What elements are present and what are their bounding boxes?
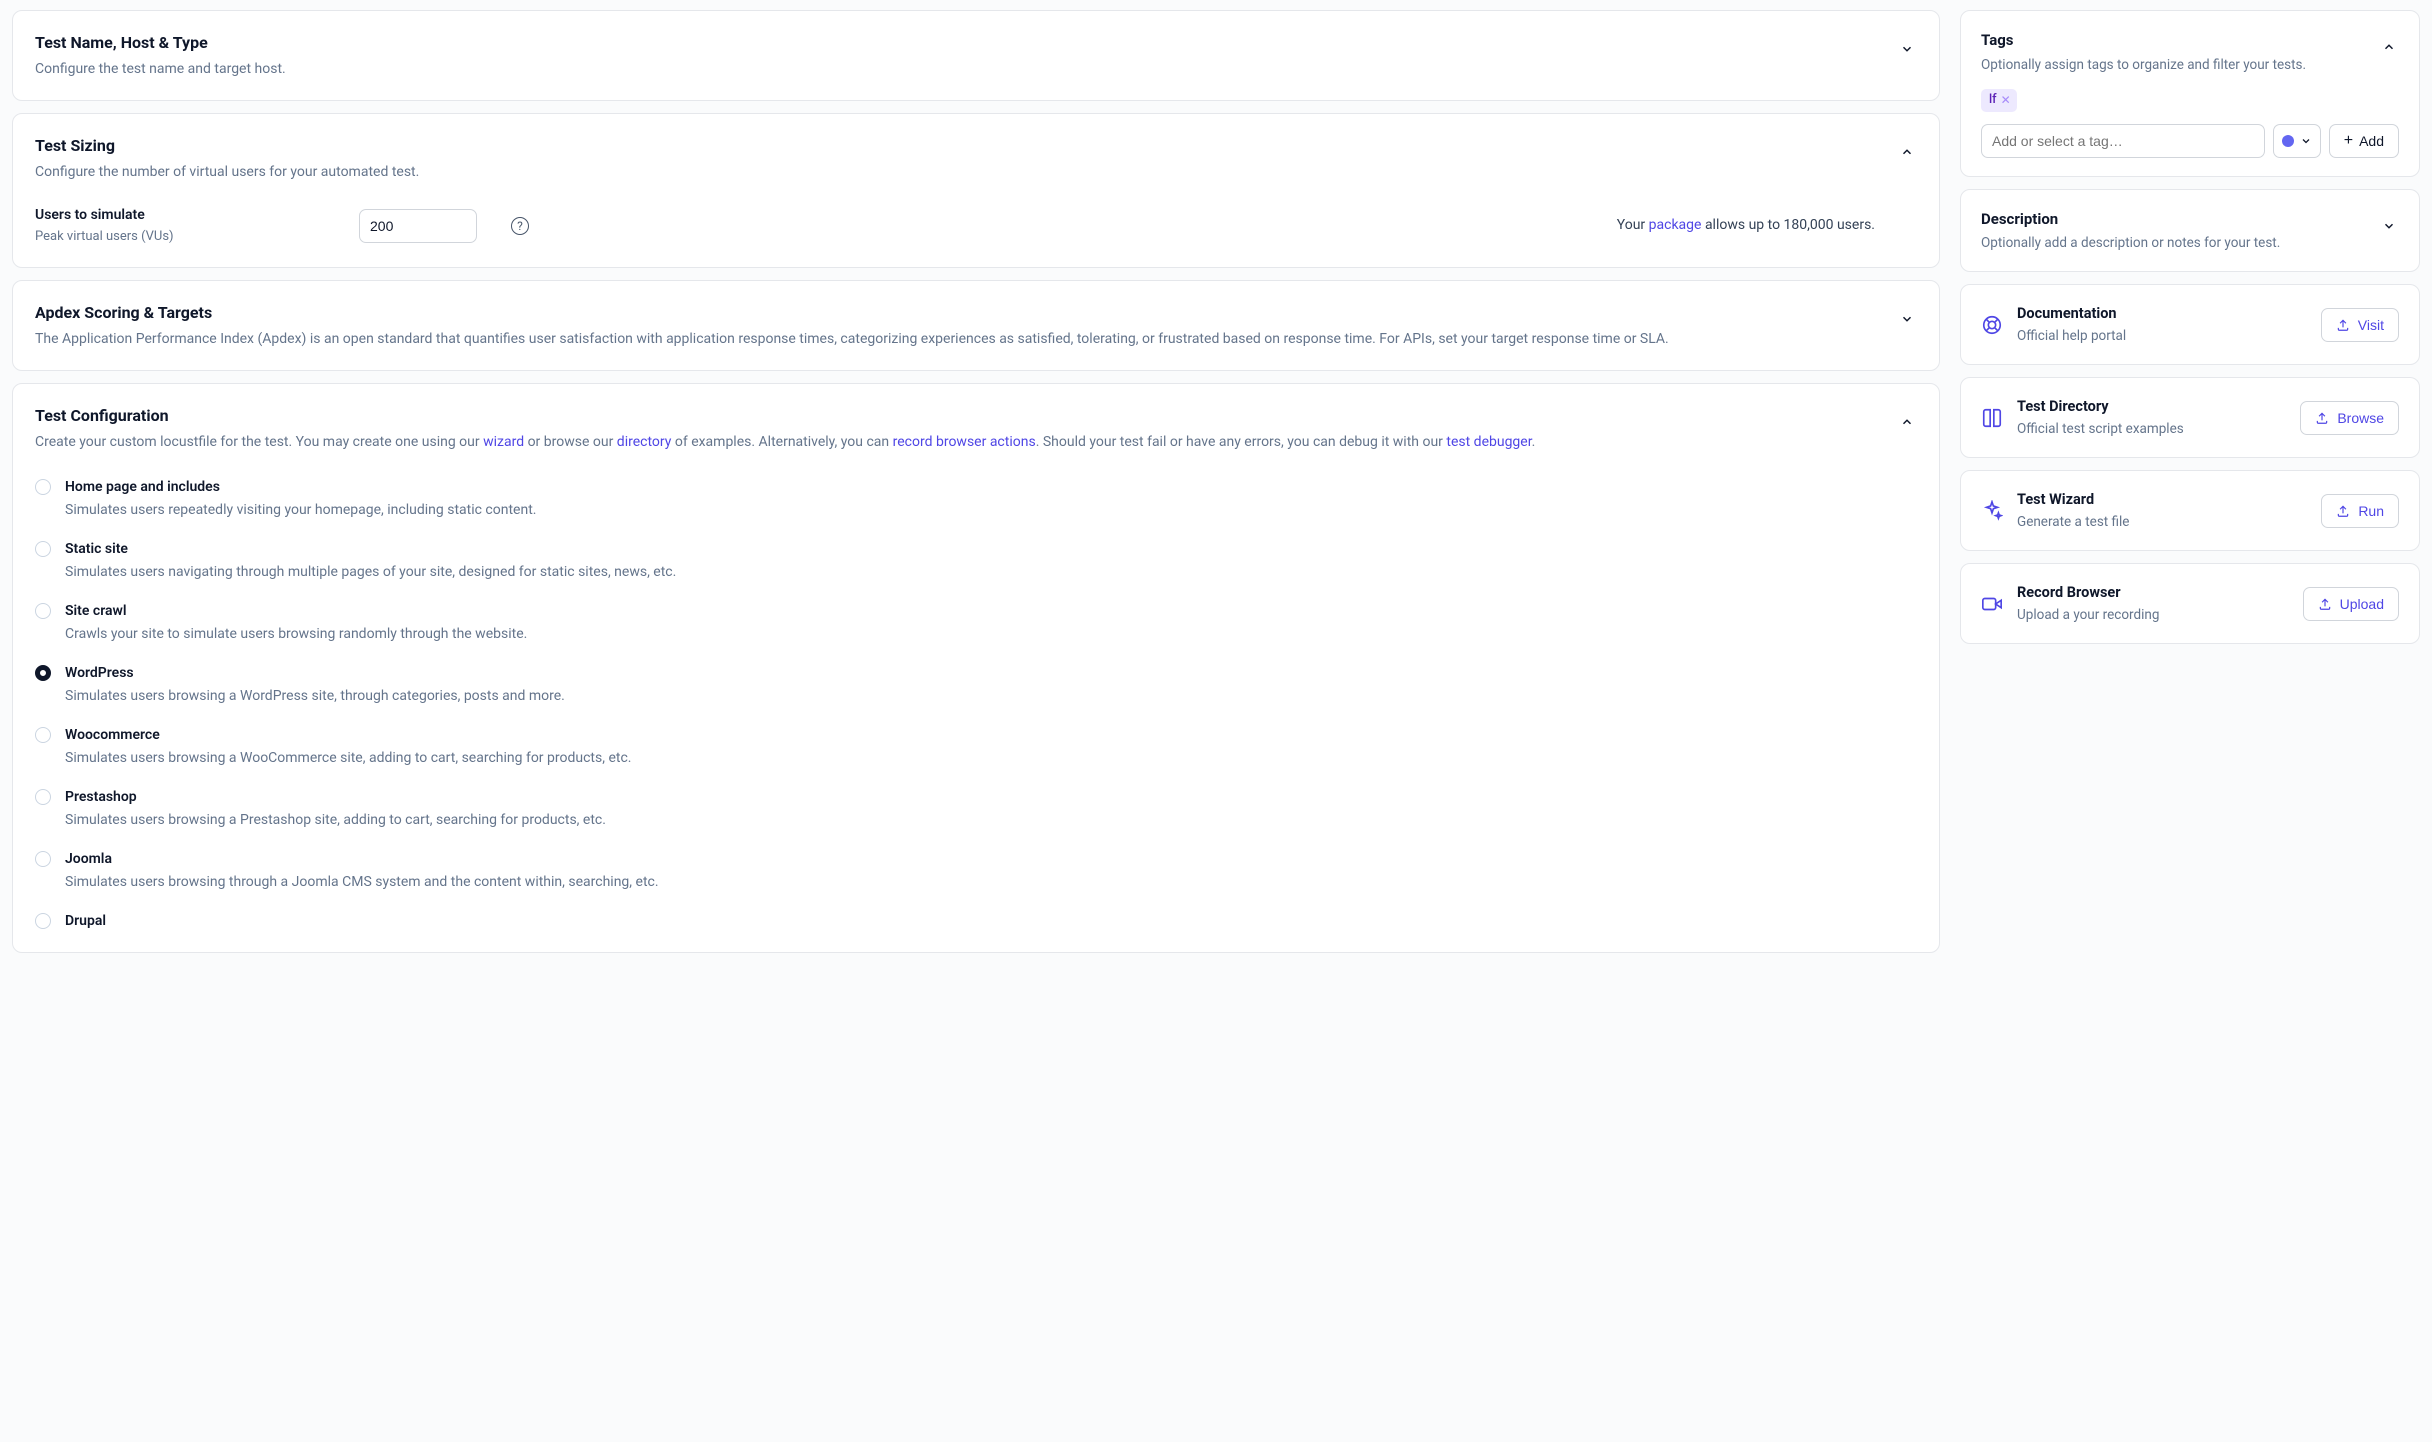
sidebar-description: Description Optionally add a description… — [1960, 189, 2420, 273]
config-option[interactable]: JoomlaSimulates users browsing through a… — [35, 849, 1917, 893]
action-title: Test Directory — [2017, 396, 2286, 418]
chevron-down-icon[interactable] — [1897, 309, 1917, 329]
action-sub: Official test script examples — [2017, 419, 2286, 439]
option-title: Site crawl — [65, 601, 527, 622]
tag-input[interactable] — [1981, 124, 2265, 158]
config-option[interactable]: Home page and includesSimulates users re… — [35, 477, 1917, 521]
chevron-up-icon[interactable] — [1897, 142, 1917, 162]
chevron-down-icon[interactable] — [2379, 216, 2399, 236]
book-icon — [1981, 407, 2003, 429]
option-title: WordPress — [65, 663, 565, 684]
action-title: Documentation — [2017, 303, 2307, 325]
section-title: Apdex Scoring & Targets — [35, 301, 1881, 325]
section-subtitle: The Application Performance Index (Apdex… — [35, 329, 1881, 350]
tag-color-select[interactable] — [2273, 124, 2321, 158]
description-title: Description — [1981, 208, 2363, 231]
users-label: Users to simulate — [35, 205, 335, 226]
package-text: Your package allows up to 180,000 users. — [1617, 215, 1917, 236]
action-sub: Generate a test file — [2017, 512, 2307, 532]
record-link[interactable]: record browser actions — [893, 434, 1036, 450]
description-subtitle: Optionally add a description or notes fo… — [1981, 233, 2363, 253]
section-subtitle: Create your custom locustfile for the te… — [35, 432, 1881, 454]
directory-link[interactable]: directory — [617, 434, 672, 450]
debugger-link[interactable]: test debugger — [1446, 434, 1531, 450]
chevron-down-icon — [2300, 135, 2312, 147]
action-sub: Official help portal — [2017, 326, 2307, 346]
sparkle-icon — [1981, 500, 2003, 522]
section-subtitle: Configure the number of virtual users fo… — [35, 162, 1881, 183]
sidebar-action: Record BrowserUpload a your recording Upl… — [1960, 563, 2420, 644]
section-apdex: Apdex Scoring & Targets The Application … — [12, 280, 1940, 371]
radio-icon[interactable] — [35, 665, 51, 681]
chevron-up-icon[interactable] — [2379, 37, 2399, 57]
section-subtitle: Configure the test name and target host. — [35, 59, 1881, 80]
option-desc: Simulates users browsing a Prestashop si… — [65, 810, 606, 831]
option-desc: Crawls your site to simulate users brows… — [65, 624, 527, 645]
action-button[interactable]: Upload — [2303, 587, 2399, 621]
section-title: Test Name, Host & Type — [35, 31, 1881, 55]
option-desc: Simulates users navigating through multi… — [65, 562, 676, 583]
config-option[interactable]: Static siteSimulates users navigating th… — [35, 539, 1917, 583]
tag-pill[interactable]: lf ✕ — [1981, 89, 2017, 112]
sidebar-action: Test WizardGenerate a test file Run — [1960, 470, 2420, 551]
action-sub: Upload a your recording — [2017, 605, 2289, 625]
sidebar-action: DocumentationOfficial help portal Visit — [1960, 284, 2420, 365]
option-title: Drupal — [65, 911, 106, 932]
package-link[interactable]: package — [1649, 217, 1702, 233]
config-option[interactable]: Site crawlCrawls your site to simulate u… — [35, 601, 1917, 645]
chevron-up-icon[interactable] — [1897, 412, 1917, 432]
option-title: Static site — [65, 539, 676, 560]
config-option[interactable]: Drupal — [35, 911, 1917, 932]
option-desc: Simulates users browsing a WooCommerce s… — [65, 748, 631, 769]
config-option[interactable]: PrestashopSimulates users browsing a Pre… — [35, 787, 1917, 831]
plus-icon: + — [2344, 133, 2353, 149]
section-test-name: Test Name, Host & Type Configure the tes… — [12, 10, 1940, 101]
radio-icon[interactable] — [35, 851, 51, 867]
option-title: Woocommerce — [65, 725, 631, 746]
color-dot-icon — [2282, 135, 2294, 147]
radio-icon[interactable] — [35, 789, 51, 805]
tag-label: lf — [1989, 91, 1997, 110]
option-title: Prestashop — [65, 787, 606, 808]
option-desc: Simulates users repeatedly visiting your… — [65, 500, 536, 521]
option-title: Home page and includes — [65, 477, 536, 498]
option-desc: Simulates users browsing through a Jooml… — [65, 872, 659, 893]
action-button[interactable]: Run — [2321, 494, 2399, 528]
radio-icon[interactable] — [35, 727, 51, 743]
video-icon — [1981, 593, 2003, 615]
radio-icon[interactable] — [35, 479, 51, 495]
sidebar-tags: Tags Optionally assign tags to organize … — [1960, 10, 2420, 177]
users-input[interactable] — [359, 209, 477, 243]
section-title: Test Sizing — [35, 134, 1881, 158]
radio-icon[interactable] — [35, 913, 51, 929]
option-title: Joomla — [65, 849, 659, 870]
radio-icon[interactable] — [35, 541, 51, 557]
action-button[interactable]: Browse — [2300, 401, 2399, 435]
tags-subtitle: Optionally assign tags to organize and f… — [1981, 55, 2363, 75]
users-hint: Peak virtual users (VUs) — [35, 227, 335, 247]
action-button[interactable]: Visit — [2321, 308, 2399, 342]
option-desc: Simulates users browsing a WordPress sit… — [65, 686, 565, 707]
action-title: Test Wizard — [2017, 489, 2307, 511]
section-title: Test Configuration — [35, 404, 1881, 428]
wizard-link[interactable]: wizard — [483, 434, 524, 450]
add-tag-button[interactable]: + Add — [2329, 124, 2399, 158]
chevron-down-icon[interactable] — [1897, 39, 1917, 59]
tags-title: Tags — [1981, 29, 2363, 52]
life-ring-icon — [1981, 314, 2003, 336]
sidebar-action: Test DirectoryOfficial test script examp… — [1960, 377, 2420, 458]
section-test-sizing: Test Sizing Configure the number of virt… — [12, 113, 1940, 268]
config-option[interactable]: WordPressSimulates users browsing a Word… — [35, 663, 1917, 707]
config-option[interactable]: WoocommerceSimulates users browsing a Wo… — [35, 725, 1917, 769]
help-icon[interactable]: ? — [511, 217, 529, 235]
close-icon[interactable]: ✕ — [2001, 91, 2011, 109]
radio-icon[interactable] — [35, 603, 51, 619]
action-title: Record Browser — [2017, 582, 2289, 604]
section-test-config: Test Configuration Create your custom lo… — [12, 383, 1940, 954]
